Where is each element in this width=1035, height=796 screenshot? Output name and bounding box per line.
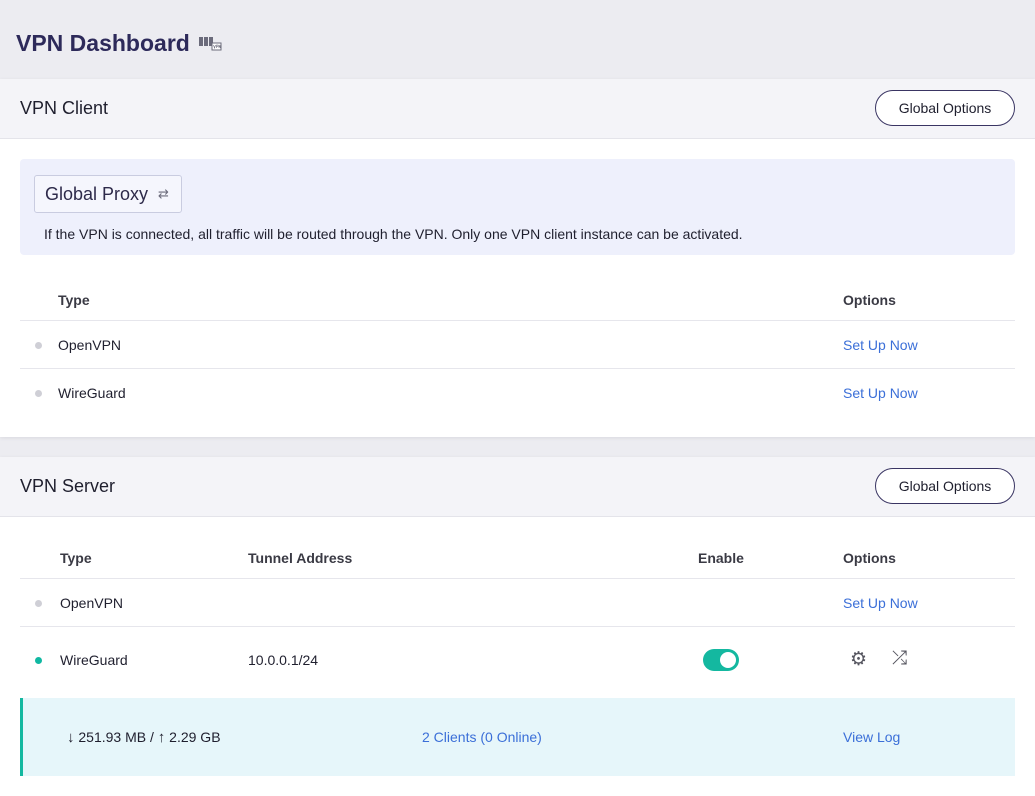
row-type: OpenVPN (60, 595, 124, 611)
column-options: Options (843, 292, 896, 308)
vpn-server-header: VPN Server Global Options (0, 457, 1035, 517)
vpn-client-card: VPN Client Global Options Global Proxy ⇄… (0, 79, 1035, 437)
row-type: OpenVPN (58, 337, 122, 353)
row-type: WireGuard (58, 385, 126, 401)
client-table-header: Type Options (20, 284, 1015, 321)
shuffle-icon[interactable]: ⤮ (892, 649, 907, 668)
server-table: Type Tunnel Address Enable Options OpenV… (20, 542, 1015, 693)
client-global-options-button[interactable]: Global Options (875, 90, 1015, 126)
vpn-icon (198, 36, 222, 50)
vpn-client-title: VPN Client (20, 98, 109, 118)
column-options: Options (843, 550, 896, 566)
column-type: Type (58, 292, 90, 308)
status-dot (35, 390, 42, 397)
download-value: 251.93 MB (78, 729, 147, 745)
column-type: Type (60, 550, 92, 566)
wireguard-enable-toggle[interactable] (703, 649, 739, 671)
tunnel-address: 10.0.0.1/24 (248, 652, 319, 668)
upload-value: 2.29 GB (169, 729, 221, 745)
table-row: OpenVPN Set Up Now (20, 579, 1015, 627)
vpn-server-title: VPN Server (20, 476, 116, 496)
stats-separator: / (150, 729, 154, 745)
page-title: VPN Dashboard (16, 30, 222, 57)
clients-link[interactable]: 2 Clients (0 Online) (422, 729, 542, 745)
arrow-up-icon: ↑ (157, 729, 166, 746)
client-table: Type Options OpenVPN Set Up Now WireGuar… (20, 284, 1015, 417)
swap-icon: ⇄ (158, 186, 169, 201)
arrow-down-icon: ↓ (67, 729, 75, 746)
view-log-link[interactable]: View Log (843, 729, 900, 745)
proxy-mode-select[interactable]: Global Proxy ⇄ (34, 175, 182, 213)
status-dot (35, 600, 42, 607)
server-table-header: Type Tunnel Address Enable Options (20, 542, 1015, 579)
status-dot (35, 657, 42, 664)
status-dot (35, 342, 42, 349)
openvpn-client-setup-link[interactable]: Set Up Now (843, 337, 918, 353)
table-row: WireGuard 10.0.0.1/24 ⚙ ⤮ (20, 627, 1015, 693)
server-global-options-button[interactable]: Global Options (875, 468, 1015, 504)
openvpn-server-setup-link[interactable]: Set Up Now (843, 595, 918, 611)
column-tunnel-address: Tunnel Address (248, 550, 353, 566)
gear-icon[interactable]: ⚙ (850, 650, 867, 669)
proxy-mode-panel: Global Proxy ⇄ If the VPN is connected, … (20, 159, 1015, 255)
proxy-description: If the VPN is connected, all traffic wil… (44, 226, 743, 242)
wireguard-stats-bar: ↓ 251.93 MB / ↑ 2.29 GB 2 Clients (0 Onl… (20, 698, 1015, 776)
column-enable: Enable (698, 550, 744, 566)
download-stats: ↓ 251.93 MB / ↑ 2.29 GB (67, 729, 221, 746)
vpn-client-header: VPN Client Global Options (0, 79, 1035, 139)
wireguard-client-setup-link[interactable]: Set Up Now (843, 385, 918, 401)
vpn-server-card: VPN Server Global Options Type Tunnel Ad… (0, 457, 1035, 796)
page-title-text: VPN Dashboard (16, 30, 190, 56)
table-row: OpenVPN Set Up Now (20, 321, 1015, 369)
table-row: WireGuard Set Up Now (20, 369, 1015, 417)
row-type: WireGuard (60, 652, 128, 668)
proxy-mode-value: Global Proxy (45, 183, 149, 204)
